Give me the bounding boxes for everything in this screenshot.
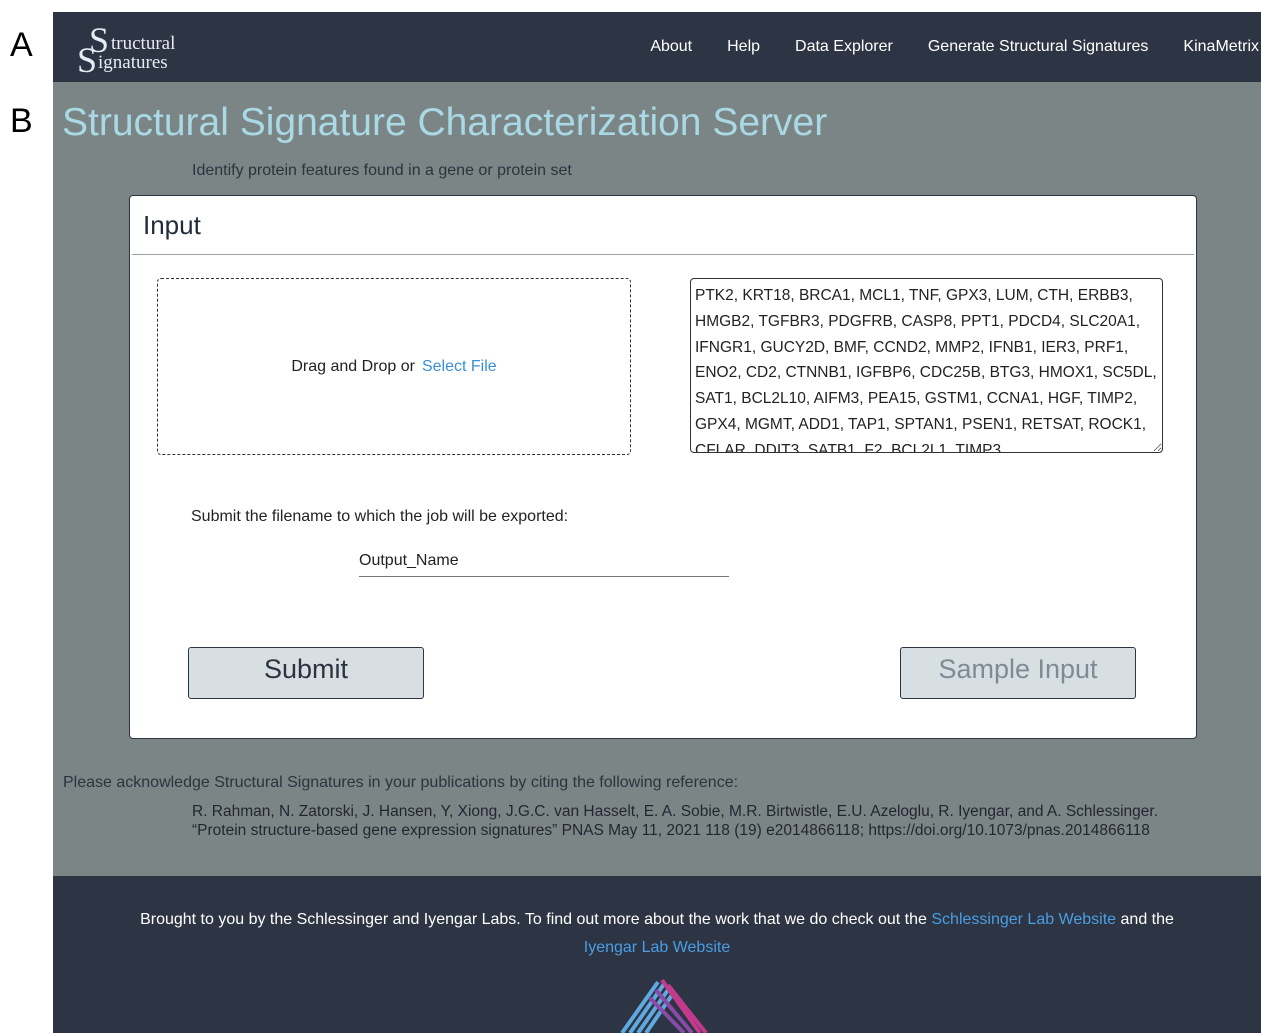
footer-text-before: Brought to you by the Schlessinger and I… (140, 911, 927, 928)
dropzone-text: Drag and Drop or (291, 357, 415, 375)
gene-list-textarea[interactable]: PTK2, KRT18, BRCA1, MCL1, TNF, GPX3, LUM… (690, 278, 1163, 453)
nav-links: About Help Data Explorer Generate Struct… (615, 12, 1261, 82)
page-subtitle: Identify protein features found in a gen… (192, 162, 572, 179)
iyengar-lab-link[interactable]: Iyengar Lab Website (584, 939, 730, 956)
footer-text-middle: and the (1120, 911, 1174, 928)
card-divider (132, 254, 1194, 255)
sample-input-button[interactable]: Sample Input (900, 647, 1136, 699)
logo-text-bottom: ignatures (98, 52, 168, 73)
select-file-link[interactable]: Select File (422, 358, 497, 376)
export-filename-label: Submit the filename to which the job wil… (191, 508, 569, 525)
output-filename-input[interactable] (359, 546, 729, 577)
nav-data-explorer[interactable]: Data Explorer (795, 38, 893, 56)
navbar: S tructural S ignatures About Help Data … (53, 12, 1261, 82)
nav-generate-structural-signatures[interactable]: Generate Structural Signatures (928, 38, 1149, 56)
nav-about[interactable]: About (650, 38, 692, 56)
panel-label-a: A (10, 26, 33, 64)
nav-help[interactable]: Help (727, 38, 760, 56)
footer-line-1: Brought to you by the Schlessinger and I… (53, 911, 1261, 929)
schlessinger-lab-link[interactable]: Schlessinger Lab Website (931, 911, 1116, 928)
citation-line-1: R. Rahman, N. Zatorski, J. Hansen, Y, Xi… (192, 803, 1159, 820)
citation: R. Rahman, N. Zatorski, J. Hansen, Y, Xi… (192, 802, 1158, 840)
citation-line-2: “Protein structure-based gene expression… (192, 822, 1150, 839)
footer-line-2: Iyengar Lab Website (53, 939, 1261, 957)
logo-letter-s-bottom: S (77, 40, 98, 80)
file-dropzone[interactable]: Drag and Drop or Select File (157, 278, 631, 455)
input-card-title: Input (143, 210, 201, 240)
submit-button[interactable]: Submit (188, 647, 424, 699)
acknowledge-text: Please acknowledge Structural Signatures… (63, 774, 739, 791)
panel-label-b: B (10, 102, 33, 140)
logo[interactable]: S tructural S ignatures (75, 22, 205, 78)
main-area: Structural Signature Characterization Se… (53, 82, 1261, 876)
page-title: Structural Signature Characterization Se… (62, 101, 828, 144)
nav-kinametrix[interactable]: KinaMetrix (1183, 38, 1259, 56)
lab-logo-icon (620, 978, 708, 1033)
footer: Brought to you by the Schlessinger and I… (53, 876, 1261, 1033)
input-card: Input Drag and Drop or Select File PTK2,… (129, 195, 1197, 739)
